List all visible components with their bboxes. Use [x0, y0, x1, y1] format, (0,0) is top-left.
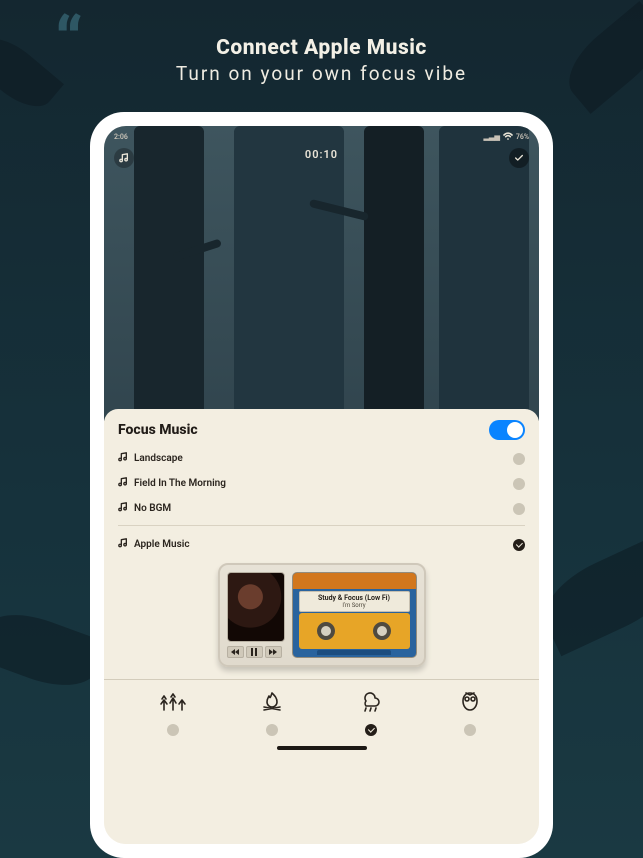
ambience-tab-rain[interactable] [357, 690, 385, 736]
confirm-button[interactable] [509, 148, 529, 168]
music-note-icon [118, 452, 128, 465]
fire-icon [258, 690, 286, 716]
music-note-icon [118, 477, 128, 490]
track-row-field[interactable]: Field In The Morning [118, 471, 525, 496]
promo-headline: Connect Apple Music Turn on your own foc… [0, 36, 643, 85]
track-label: No BGM [134, 503, 171, 514]
cassette-player: Study & Focus (Low Fi) I'm Sorry [218, 563, 426, 667]
forest-icon [159, 690, 187, 716]
cassette-tape: Study & Focus (Low Fi) I'm Sorry [292, 572, 417, 658]
promo-background: “ Connect Apple Music Turn on your own f… [0, 0, 643, 858]
music-note-icon [118, 538, 128, 551]
focus-music-toggle[interactable] [489, 420, 525, 440]
now-playing-title: Study & Focus (Low Fi) [303, 594, 406, 602]
radio-unselected[interactable] [513, 453, 525, 465]
prev-button[interactable] [227, 646, 244, 658]
track-label: Apple Music [134, 539, 190, 550]
forest-illustration: 2:06 ▂▃▅ 76% 00:10 [104, 126, 539, 421]
sheet-title: Focus Music [118, 422, 198, 438]
ipad-frame: 2:06 ▂▃▅ 76% 00:10 [90, 112, 553, 858]
app-screen: 2:06 ▂▃▅ 76% 00:10 [104, 126, 539, 844]
track-label: Field In The Morning [134, 478, 226, 489]
radio-selected[interactable] [513, 539, 525, 551]
focus-timer: 00:10 [104, 148, 539, 161]
home-indicator[interactable] [277, 746, 367, 750]
album-art [227, 572, 285, 642]
focus-music-sheet: Focus Music Landscape [104, 409, 539, 844]
track-row-landscape[interactable]: Landscape [118, 446, 525, 471]
rain-icon [357, 690, 385, 716]
tab-indicator [365, 724, 377, 736]
next-button[interactable] [265, 646, 282, 658]
radio-unselected[interactable] [513, 503, 525, 515]
tab-indicator [266, 724, 278, 736]
ambience-tabs [118, 680, 525, 740]
tab-indicator [464, 724, 476, 736]
music-note-icon [118, 502, 128, 515]
status-time: 2:06 [114, 133, 128, 141]
pause-button[interactable] [246, 646, 263, 658]
now-playing-subtitle: I'm Sorry [303, 602, 406, 609]
promo-subtitle: Turn on your own focus vibe [0, 62, 643, 85]
ambience-tab-forest[interactable] [159, 690, 187, 736]
track-row-apple-music[interactable]: Apple Music [118, 532, 525, 557]
signal-icon: ▂▃▅ [484, 133, 500, 141]
ambience-tab-fire[interactable] [258, 690, 286, 736]
radio-unselected[interactable] [513, 478, 525, 490]
ambience-tab-owl[interactable] [456, 690, 484, 736]
divider [118, 525, 525, 526]
track-label: Landscape [134, 453, 183, 464]
wifi-icon [503, 132, 513, 142]
promo-title: Connect Apple Music [0, 36, 643, 60]
track-row-nobgm[interactable]: No BGM [118, 496, 525, 521]
tab-indicator [167, 724, 179, 736]
battery-icon: 76% [516, 133, 529, 141]
owl-icon [456, 690, 484, 716]
status-bar: 2:06 ▂▃▅ 76% [104, 130, 539, 144]
